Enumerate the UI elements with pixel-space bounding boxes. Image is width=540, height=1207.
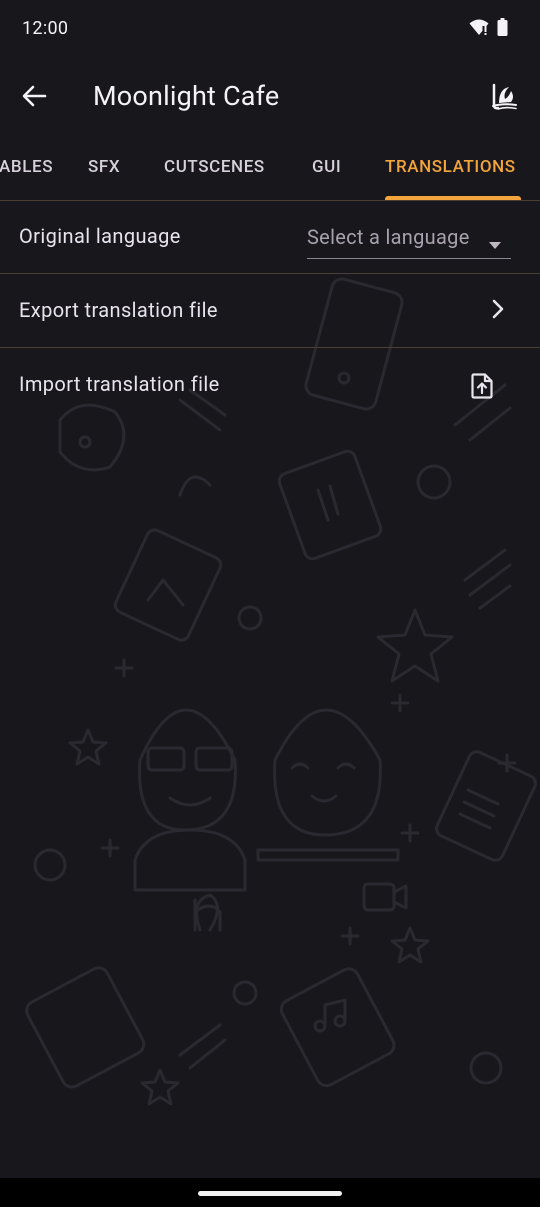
tab-translations[interactable]: TRANSLATIONS bbox=[385, 136, 516, 200]
tab-cutscenes[interactable]: CUTSCENES bbox=[164, 136, 265, 200]
back-button[interactable] bbox=[14, 74, 54, 122]
wifi-icon bbox=[469, 18, 489, 40]
export-translation-row[interactable]: Export translation file bbox=[0, 274, 540, 348]
language-dropdown[interactable]: Select a language bbox=[307, 220, 511, 259]
original-language-label: Original language bbox=[19, 224, 181, 248]
status-icons bbox=[469, 18, 508, 40]
status-bar: 12:00 bbox=[0, 0, 540, 60]
arrow-back-icon bbox=[21, 84, 47, 112]
export-translation-label: Export translation file bbox=[19, 298, 218, 322]
original-language-row: Original language Select a language bbox=[0, 200, 540, 274]
app-title: Moonlight Cafe bbox=[93, 80, 280, 112]
chevron-right-icon bbox=[492, 299, 504, 323]
status-time: 12:00 bbox=[22, 18, 69, 39]
tab-gui[interactable]: GUI bbox=[312, 136, 341, 200]
caret-down-icon bbox=[489, 234, 501, 253]
tab-sfx[interactable]: SFX bbox=[88, 136, 120, 200]
tab-bar: ABLES SFX CUTSCENES GUI TRANSLATIONS bbox=[0, 136, 540, 201]
tab-variables[interactable]: ABLES bbox=[0, 136, 53, 200]
file-upload-icon[interactable] bbox=[471, 373, 493, 403]
battery-icon bbox=[497, 18, 508, 40]
app-bar: Moonlight Cafe bbox=[0, 60, 540, 136]
home-gesture-handle[interactable] bbox=[198, 1191, 342, 1196]
language-dropdown-value: Select a language bbox=[307, 225, 470, 249]
system-navigation-bar bbox=[0, 1178, 540, 1207]
game-logo-icon bbox=[489, 81, 519, 115]
app-logo-button[interactable] bbox=[482, 74, 526, 122]
import-translation-label: Import translation file bbox=[19, 372, 220, 396]
import-translation-row[interactable]: Import translation file bbox=[0, 348, 540, 422]
